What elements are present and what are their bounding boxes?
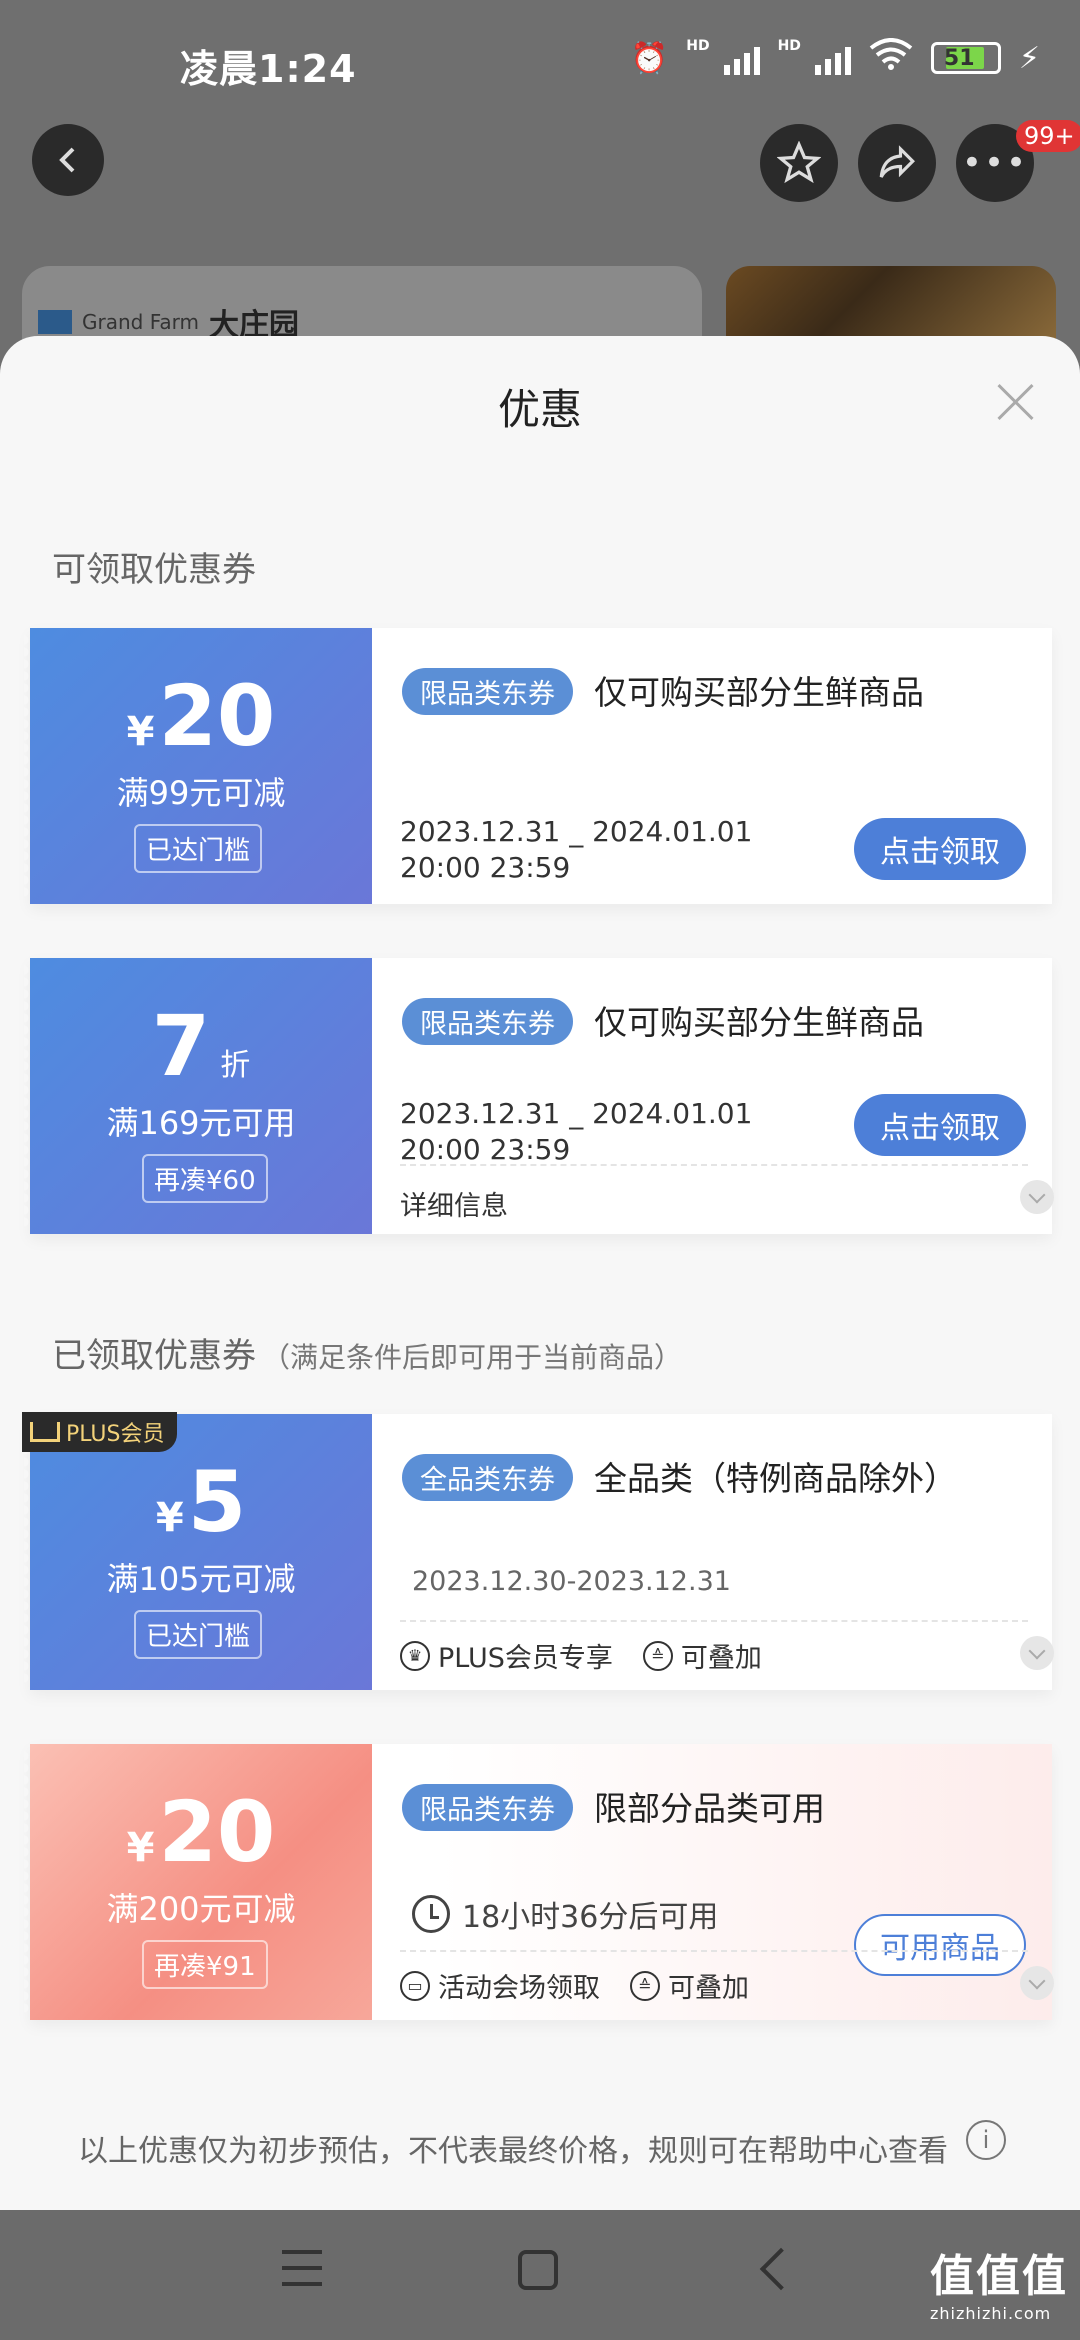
chevron-left-icon <box>59 147 75 173</box>
crown-icon: ♛ <box>400 1640 430 1671</box>
signal-icon <box>723 41 760 75</box>
coupon-type-pill: 限品类东券 <box>402 668 573 715</box>
disclaimer-text: 以上优惠仅为初步预估，不代表最终价格，规则可在帮助中心查看 <box>78 2134 948 2169</box>
clock-icon <box>412 1895 450 1933</box>
feature-plus-only: ♛ PLUS会员专享 <box>400 1636 613 1675</box>
crown-icon <box>30 1422 60 1442</box>
feature-stackable: ≙ 可叠加 <box>630 1966 749 2005</box>
coupon-threshold-tag: 已达门槛 <box>134 1610 263 1659</box>
coupon-value-panel: 7折 满169元可用 再凑¥60 <box>24 958 372 1234</box>
menu-icon[interactable] <box>282 2250 322 2286</box>
plus-member-badge: PLUS会员 <box>22 1412 177 1452</box>
background-product-image <box>726 266 1056 346</box>
hd-label: HD <box>686 38 710 54</box>
coupon-condition: 满169元可用 <box>106 1104 296 1142</box>
store-logo-text: Grand Farm <box>82 310 199 334</box>
coupon-description: 全品类（特例商品除外） <box>594 1459 957 1498</box>
signal-icon-2 <box>814 41 851 75</box>
coupon-card: ¥20 满99元可减 已达门槛 限品类东券 仅可购买部分生鲜商品 2023.12… <box>24 628 1052 904</box>
detail-info-link[interactable]: 详细信息 <box>400 1184 508 1223</box>
coupon-features: ▭ 活动会场领取 ≙ 可叠加 <box>400 1966 749 2005</box>
farm-logo-icon <box>38 310 72 334</box>
watermark: 值值值 zhizhizhi.com <box>930 2251 1068 2323</box>
home-icon[interactable] <box>518 2250 558 2290</box>
battery-icon: 51 <box>930 42 1001 74</box>
coupon-threshold-tag: 再凑¥60 <box>142 1154 268 1203</box>
stack-icon: ≙ <box>630 1970 660 2001</box>
coupon-card: ¥20 满200元可减 再凑¥91 限品类东券 限部分品类可用 18小时36分后… <box>24 1744 1054 2020</box>
sheet-title: 优惠 <box>497 385 582 434</box>
coupon-sheet: 优惠 可领取优惠券 ¥20 满99元可减 已达门槛 限品类东券 仅可购买部分生鲜… <box>0 336 1080 2210</box>
coupon-details: 限品类东券 仅可购买部分生鲜商品 2023.12.31 _ 2024.01.01… <box>372 958 1054 1234</box>
close-icon[interactable] <box>996 382 1036 422</box>
coupon-description: 限部分品类可用 <box>594 1789 825 1828</box>
coupon-details: 限品类东券 限部分品类可用 18小时36分后可用 可用商品 ▭ 活动会场领取 ≙ 可… <box>372 1744 1054 2020</box>
chevron-down-icon[interactable] <box>1020 1636 1054 1670</box>
divider <box>400 1164 1028 1166</box>
coupon-validity: 2023.12.31 _ 2024.01.01 20:00 23:59 <box>400 1097 753 1166</box>
chevron-down-icon[interactable] <box>1020 1966 1054 2000</box>
info-icon[interactable]: i <box>966 2120 1006 2160</box>
coupon-countdown: 18小时36分后可用 <box>412 1892 718 1936</box>
coupon-threshold-tag: 已达门槛 <box>134 824 263 873</box>
share-button[interactable] <box>858 124 936 202</box>
coupon-details: 全品类东券 全品类（特例商品除外） 2023.12.30-2023.12.31 … <box>372 1414 1054 1690</box>
back-button[interactable] <box>32 124 104 196</box>
status-time: 凌晨1:24 <box>180 47 357 91</box>
coupon-validity: 2023.12.30-2023.12.31 <box>412 1566 731 1597</box>
coupon-features: ♛ PLUS会员专享 ≙ 可叠加 <box>400 1636 762 1675</box>
coupon-condition: 满105元可减 <box>106 1560 296 1598</box>
divider <box>400 1620 1028 1622</box>
alarm-icon: ⏰ <box>630 40 669 76</box>
coupon-type-pill: 限品类东券 <box>402 998 573 1045</box>
favorite-button[interactable] <box>760 124 838 202</box>
claim-button[interactable]: 点击领取 <box>854 1094 1026 1156</box>
coupon-card: ¥5 满105元可减 已达门槛 PLUS会员 全品类东券 全品类（特例商品除外）… <box>22 1412 1054 1690</box>
system-nav-bar <box>0 2210 1080 2340</box>
coupon-value-panel: ¥20 满99元可减 已达门槛 <box>24 628 372 904</box>
screen: 凌晨1:24 ⏰ HD HD 51 ⚡ ••• 99+ Grand Farm 大庄… <box>0 0 1080 2340</box>
coupon-amount: ¥20 <box>126 667 276 765</box>
feature-event-claim: ▭ 活动会场领取 <box>400 1966 600 2005</box>
back-icon[interactable] <box>759 2247 803 2291</box>
stack-icon: ≙ <box>642 1640 673 1671</box>
coupon-value-panel: ¥5 满105元可减 已达门槛 PLUS会员 <box>22 1412 372 1690</box>
coupon-condition: 满99元可减 <box>116 774 286 812</box>
coupon-description: 仅可购买部分生鲜商品 <box>594 673 924 712</box>
charging-icon: ⚡ <box>1018 40 1040 76</box>
more-icon: ••• <box>961 143 1029 183</box>
ticket-icon: ▭ <box>400 1970 430 2001</box>
section-available-title: 可领取优惠券 <box>52 550 256 590</box>
coupon-type-pill: 限品类东券 <box>402 1784 573 1831</box>
coupon-card: 7折 满169元可用 再凑¥60 限品类东券 仅可购买部分生鲜商品 2023.1… <box>24 958 1054 1234</box>
status-icons: ⏰ HD HD 51 ⚡ <box>631 38 1040 78</box>
notification-badge: 99+ <box>1016 120 1080 152</box>
section-claimed-note: （满足条件后即可用于当前商品） <box>262 1341 683 1374</box>
hd-label-2: HD <box>777 38 801 54</box>
coupon-condition: 满200元可减 <box>106 1890 296 1928</box>
status-bar: 凌晨1:24 ⏰ HD HD 51 ⚡ <box>0 0 1080 120</box>
feature-stackable: ≙ 可叠加 <box>642 1636 762 1675</box>
chevron-down-icon[interactable] <box>1020 1180 1054 1214</box>
coupon-amount: ¥20 <box>126 1783 276 1881</box>
coupon-amount: ¥5 <box>155 1453 247 1551</box>
coupon-description: 仅可购买部分生鲜商品 <box>594 1003 924 1042</box>
coupon-details: 限品类东券 仅可购买部分生鲜商品 2023.12.31 _ 2024.01.01… <box>372 628 1052 904</box>
coupon-threshold-tag: 再凑¥91 <box>142 1940 268 1989</box>
battery-level: 51 <box>943 45 975 71</box>
coupon-type-pill: 全品类东券 <box>402 1454 573 1501</box>
divider <box>400 1950 1028 1952</box>
eligible-products-button[interactable]: 可用商品 <box>854 1914 1026 1976</box>
coupon-validity: 2023.12.31 _ 2024.01.01 20:00 23:59 <box>400 815 753 884</box>
section-claimed-title: 已领取优惠券 （满足条件后即可用于当前商品） <box>52 1336 683 1376</box>
star-icon <box>777 141 821 184</box>
claim-button[interactable]: 点击领取 <box>854 818 1026 880</box>
coupon-value-panel: ¥20 满200元可减 再凑¥91 <box>24 1744 372 2020</box>
wifi-icon <box>869 38 913 78</box>
share-icon <box>879 145 915 178</box>
